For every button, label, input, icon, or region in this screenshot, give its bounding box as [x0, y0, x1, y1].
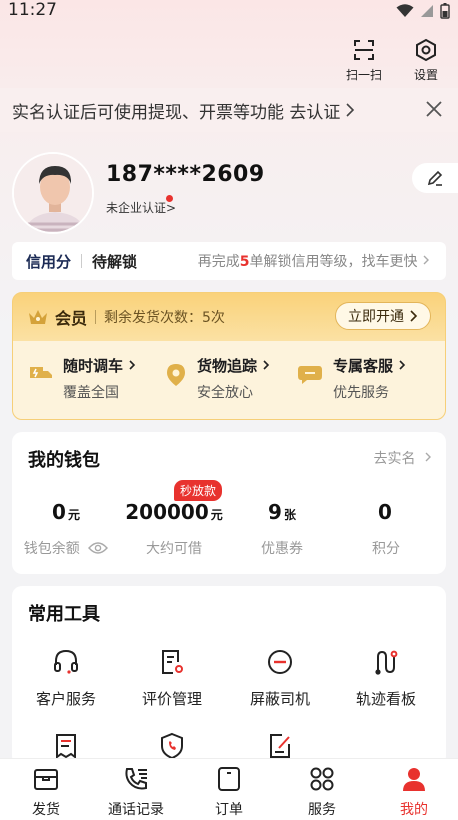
feature-subtitle: 安全放心: [197, 385, 253, 401]
chevron-right-icon: [410, 310, 418, 322]
close-icon[interactable]: [424, 99, 444, 119]
feature-title: 专属客服: [333, 355, 406, 376]
verify-identity-link[interactable]: 去实名: [374, 448, 432, 468]
tools-card: 常用工具 客户服务 评价管理 屏蔽司机 轨迹看板: [12, 586, 446, 766]
credit-bar[interactable]: 信用分 待解锁 再完成5单解锁信用等级，找车更快: [12, 242, 446, 280]
tool-block-driver[interactable]: 屏蔽司机: [230, 648, 330, 709]
notice-text: 实名认证后可使用提现、开票等功能 去认证: [12, 102, 341, 123]
order-icon: [218, 767, 240, 791]
feature-subtitle: 优先服务: [333, 385, 389, 401]
feature-title: 货物追踪: [197, 355, 270, 376]
wallet-card: 我的钱包 去实名 秒放款 0元 钱包余额 200000 元 大约可借 9张 优惠券…: [12, 432, 446, 574]
crown-icon: [29, 310, 47, 324]
location-pin-icon: [167, 364, 185, 386]
settings-button[interactable]: 设置: [406, 38, 446, 83]
wallet-title: 我的钱包: [28, 450, 100, 471]
credit-hint: 再完成5单解锁信用等级，找车更快: [198, 251, 430, 271]
shield-phone-icon: [161, 732, 183, 760]
phone-list-icon: [125, 768, 147, 790]
credit-score-label: 信用分: [26, 252, 72, 271]
scan-label: 扫一扫: [345, 68, 382, 82]
scan-button[interactable]: 扫一扫: [344, 38, 384, 83]
chat-bubble-icon: [298, 366, 322, 384]
feature-title: 随时调车: [63, 355, 136, 376]
feature-tracking[interactable]: 货物追踪 安全放心: [165, 355, 270, 402]
route-icon: [375, 650, 398, 675]
coupons[interactable]: 9张 优惠券: [228, 500, 336, 558]
chevron-right-icon: [263, 360, 270, 370]
wifi-icon: [396, 4, 414, 17]
tab-orders[interactable]: 订单: [183, 765, 275, 819]
instant-loan-badge: 秒放款: [174, 480, 223, 501]
chevron-right-icon: [399, 360, 406, 370]
headset-icon: [54, 649, 78, 674]
truck-icon: [30, 367, 52, 378]
chevron-right-icon: [346, 103, 355, 117]
box-icon: [34, 769, 58, 790]
invoice-icon: [56, 734, 76, 759]
scan-icon: [354, 40, 374, 60]
settings-icon: [416, 38, 436, 62]
block-icon: [268, 650, 292, 674]
remaining-shipments: 剩余发货次数：5次: [104, 310, 225, 326]
status-bar: 11:27: [0, 0, 458, 26]
notification-dot: [166, 195, 173, 202]
tool-track-board[interactable]: 轨迹看板: [336, 648, 436, 709]
membership-title: 会员: [55, 309, 88, 328]
enterprise-verify-link[interactable]: 未企业认证>: [106, 199, 176, 216]
top-actions: 扫一扫 设置: [344, 38, 446, 83]
feature-service[interactable]: 专属客服 优先服务: [297, 355, 406, 402]
avatar[interactable]: [12, 152, 94, 234]
tab-ship[interactable]: 发货: [0, 765, 92, 819]
tab-call-log[interactable]: 通话记录: [90, 765, 182, 819]
tab-services[interactable]: 服务: [276, 765, 368, 819]
chevron-right-icon: [129, 360, 136, 370]
eye-icon[interactable]: [88, 541, 109, 555]
edit-icon: [427, 170, 443, 186]
status-time: 11:27: [8, 0, 57, 20]
phone-number: 187****2609: [106, 162, 265, 187]
user-icon: [403, 768, 425, 791]
tab-mine[interactable]: 我的: [368, 765, 458, 819]
membership-card: 会员 剩余发货次数：5次 立即开通 随时调车 覆盖全国 货物追踪 安全放心 专属…: [12, 292, 446, 420]
edit-document-icon: [270, 734, 290, 758]
chevron-right-icon: [423, 255, 429, 265]
feature-subtitle: 覆盖全国: [63, 385, 119, 401]
settings-label: 设置: [413, 68, 438, 82]
points[interactable]: 0 积分: [332, 500, 440, 558]
open-membership-button[interactable]: 立即开通: [335, 302, 431, 330]
signal-icon: [421, 5, 433, 17]
tool-customer-service[interactable]: 客户服务: [16, 648, 116, 709]
loan-amount[interactable]: 200000 元 大约可借: [120, 500, 228, 558]
credit-status: 待解锁: [92, 252, 138, 271]
tool-review-management[interactable]: 评价管理: [122, 648, 222, 709]
grid-icon: [310, 767, 334, 791]
edit-profile-button[interactable]: [412, 163, 458, 193]
tools-title: 常用工具: [28, 604, 100, 625]
battery-icon: [440, 3, 450, 19]
feature-dispatch[interactable]: 随时调车 覆盖全国: [29, 355, 136, 402]
wallet-balance[interactable]: 0元 钱包余额: [12, 500, 120, 558]
bottom-tab-bar: 发货 通话记录 订单 服务 我的: [0, 758, 458, 820]
chevron-right-icon: [425, 452, 431, 462]
review-document-icon: [162, 650, 183, 674]
verification-notice[interactable]: 实名认证后可使用提现、开票等功能 去认证: [0, 88, 458, 132]
